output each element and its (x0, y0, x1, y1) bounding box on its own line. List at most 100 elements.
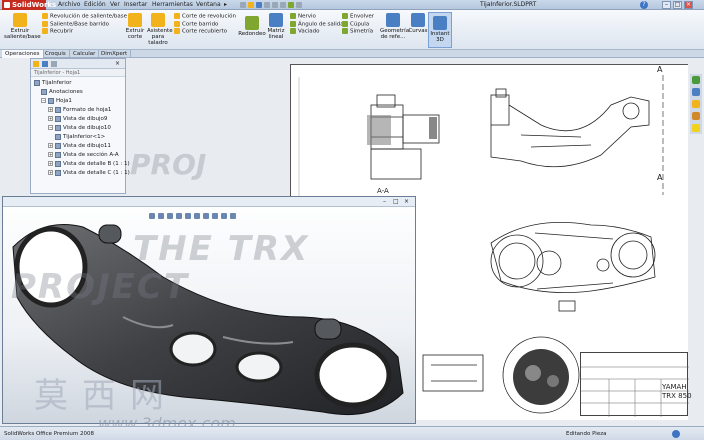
view-palette-icon[interactable] (692, 112, 700, 120)
tree-node[interactable]: + Formato de hoja1 (48, 106, 111, 114)
tree-node[interactable]: TijaInferior<1> (55, 133, 105, 141)
envolver-button[interactable]: Envolver (342, 13, 374, 21)
front-view (490, 221, 656, 312)
angulo-salida-button[interactable]: Ángulo de salida (290, 20, 344, 29)
tree-node[interactable]: + Vista de dibujo11 (48, 142, 111, 150)
tree-node[interactable]: + Vista de sección A-A (48, 151, 119, 159)
options-icon[interactable] (296, 2, 302, 8)
tree-node-label: Vista de sección A-A (63, 152, 119, 158)
redondeo-button[interactable]: Redondeo (238, 16, 266, 37)
reference-geometry-icon (386, 13, 400, 27)
extruir-saliente-button[interactable]: Extruir saliente/base (4, 13, 41, 40)
tree-toggle-icon[interactable]: − (48, 125, 53, 130)
tree-toggle-icon[interactable]: + (48, 107, 53, 112)
corte-barrido-button[interactable]: Corte barrido (174, 20, 236, 29)
rebuild-icon[interactable] (288, 2, 294, 8)
vaciado-button[interactable]: Vaciado (290, 28, 344, 36)
tree-node[interactable]: − Hoja1 (41, 97, 72, 105)
tree-node-icon (55, 115, 61, 122)
tab-croquis[interactable]: Croquis (42, 50, 70, 58)
configuration-icon[interactable] (51, 61, 57, 67)
print-icon[interactable] (264, 2, 270, 8)
loft-icon (42, 28, 48, 34)
viewport-close-button[interactable]: × (404, 198, 409, 205)
nervio-button[interactable]: Nervio (290, 13, 344, 21)
tree-toggle-icon[interactable]: + (48, 143, 53, 148)
open-icon[interactable] (248, 2, 254, 8)
tab-operaciones[interactable]: Operaciones (2, 50, 44, 58)
viewport-restore-button[interactable]: □ (393, 198, 399, 205)
tree-node[interactable]: − Vista de dibujo10 (48, 124, 111, 132)
viewport-minimize-button[interactable]: – (383, 198, 386, 205)
design-library-icon[interactable] (692, 88, 700, 96)
new-icon[interactable] (240, 2, 246, 8)
tree-node-icon (55, 142, 61, 149)
featuremanager-icon[interactable] (33, 61, 39, 67)
left-bolt-boss (98, 224, 122, 244)
menu-edicion[interactable]: Edición (84, 1, 106, 9)
tree-node[interactable]: + Vista de dibujo9 (48, 115, 107, 123)
saliente-barrido-button[interactable]: Saliente/Base barrido (42, 20, 127, 29)
menu-herramientas[interactable]: Herramientas (152, 1, 193, 9)
status-bar: SolidWorks Office Premium 2008 Editando … (0, 426, 704, 440)
cupula-button[interactable]: Cúpula (342, 20, 374, 29)
menu-overflow-icon[interactable]: ▸ (224, 1, 227, 9)
asistente-label: Asistente para taladro (147, 28, 173, 46)
status-product: SolidWorks Office Premium 2008 (4, 431, 94, 437)
corte-recubierto-button[interactable]: Corte recubierto (174, 28, 236, 36)
tree-toggle-icon[interactable]: − (41, 98, 46, 103)
tree-node[interactable]: TijaInferior (34, 79, 71, 87)
angulo-label: Ángulo de salida (298, 21, 344, 27)
matriz-label: Matriz lineal (267, 28, 285, 40)
recubrir-button[interactable]: Recubrir (42, 28, 127, 36)
tree-node-label: Formato de hoja1 (63, 107, 112, 113)
propertymanager-icon[interactable] (42, 61, 48, 67)
menu-ventana[interactable]: Ventana (196, 1, 221, 9)
instant3d-button[interactable]: Instant 3D (428, 12, 452, 48)
tab-dimxpert[interactable]: DimXpert (98, 50, 132, 58)
swept-cut-icon (174, 20, 180, 27)
file-explorer-icon[interactable] (692, 100, 700, 108)
menu-ver[interactable]: Ver (110, 1, 120, 9)
tree-node[interactable]: Anotaciones (41, 88, 83, 96)
section-hatch (367, 115, 391, 145)
geometria-ref-button[interactable]: Geometría de refe... (380, 13, 409, 40)
tree-close-icon[interactable]: × (115, 60, 120, 67)
select-icon[interactable] (280, 2, 286, 8)
vaciado-label: Vaciado (298, 28, 320, 35)
save-icon[interactable] (256, 2, 262, 8)
cupula-label: Cúpula (350, 21, 370, 27)
asistente-taladro-button[interactable]: Asistente para taladro (147, 13, 173, 46)
tree-toggle-icon[interactable]: + (48, 161, 53, 166)
barrido-label: Saliente/Base barrido (50, 21, 109, 27)
tree-toggle-icon[interactable]: + (48, 152, 53, 157)
task-pane-tabs (690, 74, 702, 134)
help-icon[interactable]: ? (640, 1, 648, 9)
tree-toggle-icon[interactable]: + (48, 170, 53, 175)
mirror-icon (342, 28, 348, 34)
revolucion-saliente-button[interactable]: Revolución de saliente/base (42, 13, 127, 21)
resources-icon[interactable] (692, 76, 700, 84)
matriz-lineal-button[interactable]: Matriz lineal (266, 13, 286, 40)
minimize-button[interactable]: – (662, 1, 671, 9)
menu-insertar[interactable]: Insertar (124, 1, 147, 9)
command-manager: Extruir saliente/base Revolución de sali… (0, 10, 704, 50)
appearances-icon[interactable] (692, 124, 700, 132)
solidworks-logo[interactable]: SolidWorks (2, 0, 56, 10)
corte-revolucion-button[interactable]: Corte de revolución (174, 13, 236, 21)
maximize-button[interactable]: □ (673, 1, 682, 9)
undo-icon[interactable] (272, 2, 278, 8)
close-button[interactable]: × (684, 1, 693, 9)
extruir-corte-button[interactable]: Extruir corte (124, 13, 146, 40)
status-help-icon[interactable] (672, 430, 680, 438)
logo-icon (4, 2, 10, 8)
status-mode: Editando Pieza (566, 431, 607, 437)
tree-node[interactable]: + Vista de detalle B (1 : 1) (48, 160, 130, 168)
tree-toggle-icon[interactable]: + (48, 116, 53, 121)
menu-archivo[interactable]: Archivo (58, 1, 80, 9)
revolve-group: Revolución de saliente/base Saliente/Bas… (42, 13, 127, 36)
simetria-button[interactable]: Simetría (342, 28, 374, 36)
curvas-button[interactable]: Curvas (408, 13, 428, 34)
tree-node[interactable]: + Vista de detalle C (1 : 1) (48, 169, 130, 177)
tab-calcular[interactable]: Calcular (70, 50, 100, 58)
